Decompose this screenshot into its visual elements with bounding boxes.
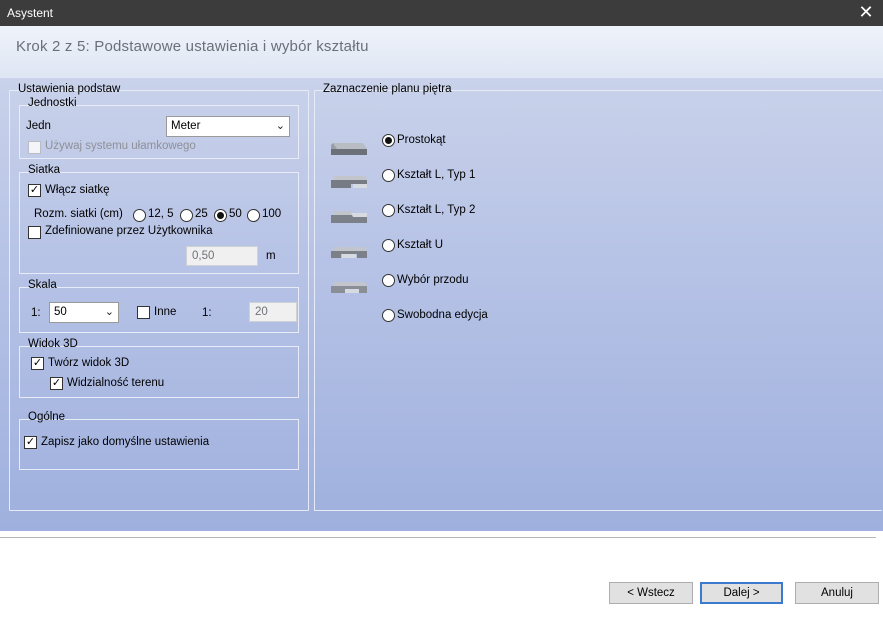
units-group: Jednostki Jedn Meter ⌄ Używaj systemu uł… bbox=[19, 97, 299, 159]
grid-size-radio-50[interactable] bbox=[214, 209, 227, 222]
wizard-footer: < Wstecz Dalej > Anuluj bbox=[0, 531, 883, 620]
user-grid-value-field[interactable]: 0,50 bbox=[186, 246, 258, 266]
shape-option-label: Swobodna edycja bbox=[397, 309, 488, 321]
user-defined-label: Zdefiniowane przez Użytkownika bbox=[45, 225, 213, 237]
grid-size-radio-25[interactable] bbox=[180, 209, 193, 222]
grid-title: Siatka bbox=[28, 164, 60, 176]
basic-settings-title: Ustawienia podstaw bbox=[18, 83, 121, 95]
shape-radio-rectangle[interactable] bbox=[382, 134, 395, 147]
user-defined-checkbox[interactable] bbox=[28, 226, 41, 239]
l-shape-type2-icon bbox=[331, 211, 367, 223]
cancel-button[interactable]: Anuluj bbox=[795, 582, 879, 604]
back-button[interactable]: < Wstecz bbox=[609, 582, 693, 604]
rectangle-shape-icon bbox=[331, 143, 367, 155]
units-title: Jednostki bbox=[28, 97, 77, 109]
floor-plan-panel: Zaznaczenie planu piętra Prostokąt Kszta… bbox=[314, 83, 882, 511]
terrain-visibility-label: Widzialność terenu bbox=[67, 377, 165, 389]
next-button[interactable]: Dalej > bbox=[700, 582, 783, 604]
shape-option-label: Wybór przodu bbox=[397, 274, 469, 286]
unit-label: Jedn bbox=[26, 120, 51, 132]
shape-radio-front[interactable] bbox=[382, 274, 395, 287]
grid-group: Siatka ✓ Włącz siatkę Rozm. siatki (cm) … bbox=[19, 164, 299, 274]
unit-select[interactable]: Meter ⌄ bbox=[166, 116, 290, 137]
grid-size-radio-100[interactable] bbox=[247, 209, 260, 222]
view3d-title: Widok 3D bbox=[28, 338, 78, 350]
wizard-header: Krok 2 z 5: Podstawowe ustawienia i wybó… bbox=[0, 26, 883, 78]
basic-settings-panel: Ustawienia podstaw Jednostki Jedn Meter … bbox=[9, 83, 309, 511]
step-title: Krok 2 z 5: Podstawowe ustawienia i wybó… bbox=[16, 38, 369, 55]
wizard-body: Ustawienia podstaw Jednostki Jedn Meter … bbox=[0, 78, 883, 531]
u-shape-icon bbox=[331, 247, 367, 258]
user-grid-value: 0,50 bbox=[192, 250, 215, 262]
enable-grid-checkbox[interactable]: ✓ bbox=[28, 184, 41, 197]
scale-title: Skala bbox=[28, 279, 57, 291]
close-icon[interactable]: ✕ bbox=[855, 2, 877, 24]
other-scale-value: 20 bbox=[255, 306, 268, 318]
grid-size-option-label: 50 bbox=[229, 208, 242, 220]
front-selection-icon bbox=[331, 282, 367, 293]
shape-radio-l-type2[interactable] bbox=[382, 204, 395, 217]
floor-plan-title: Zaznaczenie planu piętra bbox=[323, 83, 452, 95]
enable-grid-label: Włącz siatkę bbox=[45, 184, 110, 196]
shape-radio-l-type1[interactable] bbox=[382, 169, 395, 182]
grid-size-option-label: 100 bbox=[262, 208, 282, 220]
shape-option-label: Kształt U bbox=[397, 239, 444, 251]
terrain-visibility-checkbox[interactable]: ✓ bbox=[50, 377, 63, 390]
fraction-label: Używaj systemu ułamkowego bbox=[45, 140, 196, 152]
shape-option-label: Kształt L, Typ 2 bbox=[397, 204, 476, 216]
window-title: Asystent bbox=[7, 6, 54, 20]
grid-size-option-label: 25 bbox=[195, 208, 208, 220]
general-group: Ogólne ✓ Zapisz jako domyślne ustawienia bbox=[19, 411, 299, 470]
chevron-down-icon: ⌄ bbox=[104, 306, 114, 318]
fraction-checkbox[interactable] bbox=[28, 141, 41, 154]
shape-option-label: Kształt L, Typ 1 bbox=[397, 169, 476, 181]
grid-size-radio-12-5[interactable] bbox=[133, 209, 146, 222]
title-bar: Asystent ✕ bbox=[0, 0, 883, 26]
scale-select[interactable]: 50 ⌄ bbox=[49, 302, 119, 323]
view3d-group: Widok 3D ✓ Twórz widok 3D ✓ Widzialność … bbox=[19, 338, 299, 398]
footer-separator bbox=[0, 537, 876, 538]
other-scale-prefix: 1: bbox=[202, 307, 212, 319]
grid-size-option-label: 12, 5 bbox=[148, 208, 174, 220]
create-3d-checkbox[interactable]: ✓ bbox=[31, 357, 44, 370]
shape-radio-u[interactable] bbox=[382, 239, 395, 252]
create-3d-label: Twórz widok 3D bbox=[48, 357, 130, 369]
unit-value: Meter bbox=[171, 120, 201, 132]
other-scale-checkbox[interactable] bbox=[137, 306, 150, 319]
chevron-down-icon: ⌄ bbox=[275, 120, 285, 132]
scale-prefix: 1: bbox=[31, 307, 41, 319]
other-scale-field[interactable]: 20 bbox=[249, 302, 297, 322]
shape-option-label: Prostokąt bbox=[397, 134, 446, 146]
other-scale-label: Inne bbox=[154, 306, 177, 318]
save-default-checkbox[interactable]: ✓ bbox=[24, 436, 37, 449]
scale-value: 50 bbox=[54, 306, 67, 318]
general-title: Ogólne bbox=[28, 411, 66, 423]
save-default-label: Zapisz jako domyślne ustawienia bbox=[41, 436, 210, 448]
user-grid-unit: m bbox=[266, 250, 276, 262]
scale-group: Skala 1: 50 ⌄ Inne 1: 20 bbox=[19, 279, 299, 333]
l-shape-type1-icon bbox=[331, 176, 367, 188]
shape-radio-free-edit[interactable] bbox=[382, 309, 395, 322]
grid-size-label: Rozm. siatki (cm) bbox=[34, 208, 123, 220]
